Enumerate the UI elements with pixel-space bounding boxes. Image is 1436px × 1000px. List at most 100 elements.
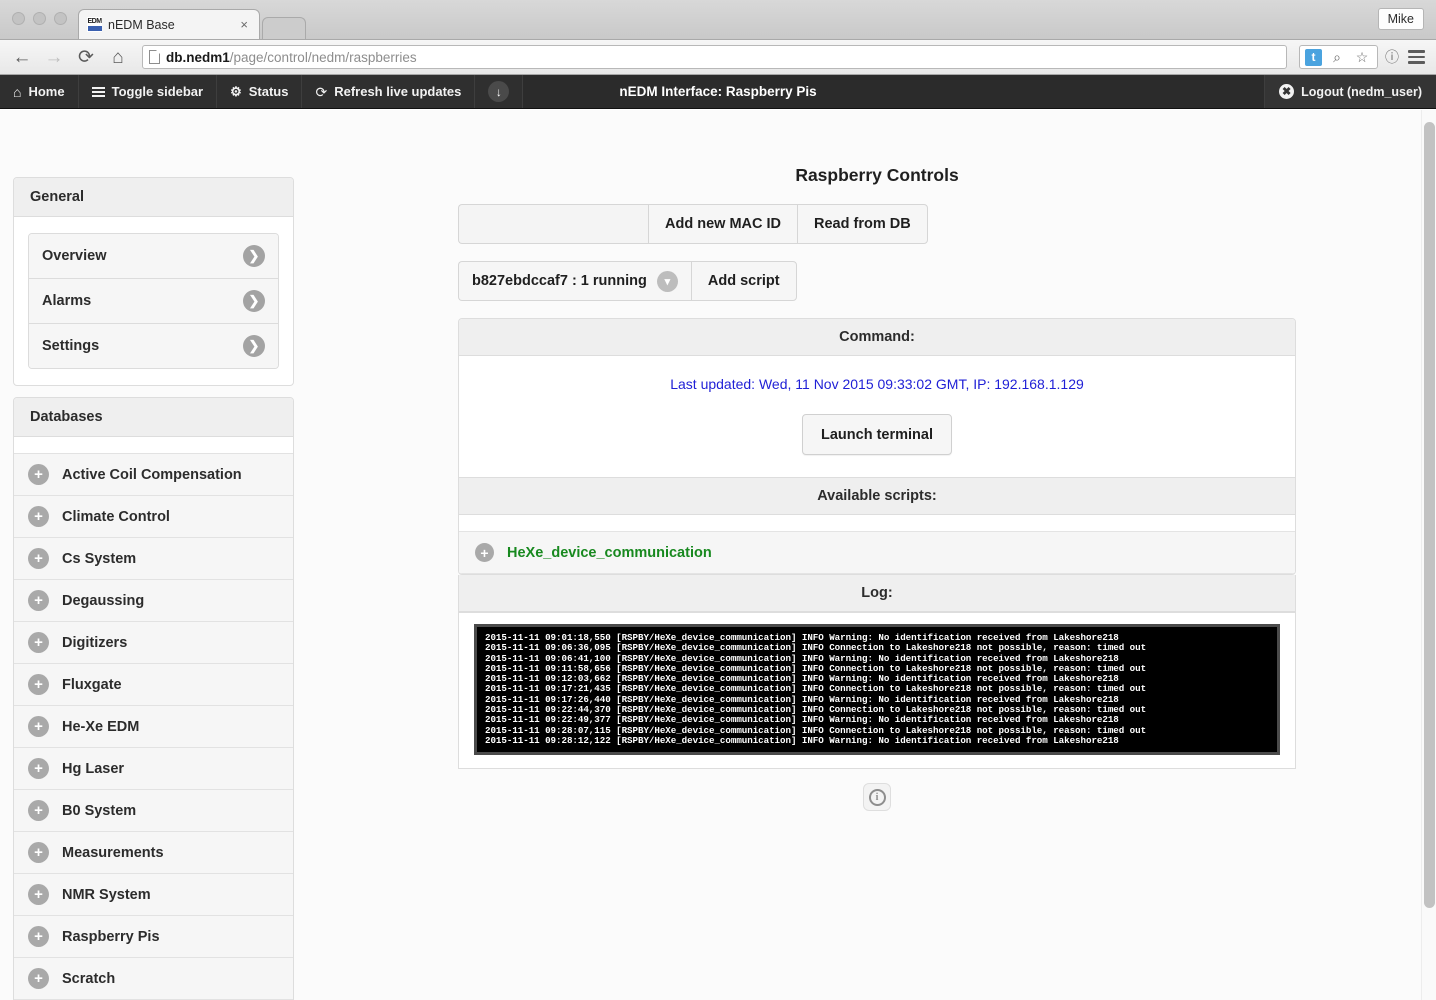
read-from-db-button[interactable]: Read from DB [797, 204, 928, 244]
page-content: General Overview ❯ Alarms ❯ Settings ❯ D… [0, 110, 1436, 1000]
sidebar-item-digitizers[interactable]: + Digitizers [14, 622, 293, 664]
script-item[interactable]: + HeXe_device_communication [459, 532, 1295, 574]
plus-icon: + [28, 674, 49, 695]
minimize-window-button[interactable] [33, 12, 46, 25]
reload-icon[interactable]: ⟳ [74, 45, 98, 69]
sidebar-general-panel: General Overview ❯ Alarms ❯ Settings ❯ [13, 177, 294, 386]
bars-icon [91, 86, 105, 97]
plus-icon: + [28, 800, 49, 821]
logout-button[interactable]: ✖ Logout (nedm_user) [1264, 75, 1436, 108]
sidebar-item-overview[interactable]: Overview ❯ [29, 234, 278, 279]
refresh-icon: ⟳ [315, 83, 328, 100]
close-icon[interactable]: × [237, 17, 251, 32]
forward-icon[interactable]: → [42, 45, 66, 69]
gear-icon: ⚙ [230, 84, 242, 99]
browser-tab[interactable]: EDM. nEDM Base × [78, 9, 260, 39]
sidebar-item-label: Cs System [62, 550, 137, 567]
nav-item-toggle-sidebar[interactable]: Toggle sidebar [78, 75, 218, 108]
add-script-button[interactable]: Add script [690, 261, 797, 301]
window-controls[interactable] [12, 12, 67, 25]
browser-window: EDM. nEDM Base × Mike ← → ⟳ ⌂ db.nedm1/p… [0, 0, 1436, 1000]
sidebar-item-alarms[interactable]: Alarms ❯ [29, 279, 278, 324]
sidebar-item-label: Digitizers [62, 634, 128, 651]
tumblr-icon[interactable]: t [1305, 48, 1322, 66]
sidebar-item-label: Scratch [62, 970, 116, 987]
sidebar-item-label: Degaussing [62, 592, 145, 609]
plus-icon: + [28, 632, 49, 653]
back-icon[interactable]: ← [10, 45, 34, 69]
sidebar-item-nmr-system[interactable]: + NMR System [14, 874, 293, 916]
new-tab-button[interactable] [262, 17, 306, 39]
sidebar-item-label: Hg Laser [62, 760, 125, 777]
sidebar-databases-spacer [14, 437, 293, 454]
nav-item-label: Home [28, 84, 65, 99]
plus-icon: + [28, 464, 49, 485]
mac-id-row: Add new MAC ID Read from DB [458, 204, 1296, 244]
sidebar-item-scratch[interactable]: + Scratch [14, 958, 293, 1000]
close-icon: ✖ [1279, 84, 1295, 99]
nav-item-refresh-live-updates[interactable]: ⟳ Refresh live updates [302, 75, 476, 108]
address-bar[interactable]: db.nedm1/page/control/nedm/raspberries [142, 45, 1287, 69]
chevron-down-icon: ▾ [656, 270, 678, 292]
launch-terminal-button[interactable]: Launch terminal [802, 414, 952, 455]
nav-item-status[interactable]: ⚙ Status [217, 75, 303, 108]
url-text: db.nedm1/page/control/nedm/raspberries [166, 50, 417, 65]
tab-title: nEDM Base [108, 17, 175, 32]
home-icon[interactable]: ⌂ [106, 45, 130, 69]
home-icon: ⌂ [13, 83, 22, 100]
info-row: i [458, 769, 1296, 812]
page-info-icon [149, 50, 160, 64]
device-row: b827ebdccaf7 : 1 running ▾ Add script [458, 261, 1296, 301]
sidebar-item-fluxgate[interactable]: + Fluxgate [14, 664, 293, 706]
log-output[interactable]: 2015-11-11 09:01:18,550 [RSPBY/HeXe_devi… [474, 624, 1280, 756]
command-heading: Command: [459, 319, 1295, 356]
log-panel: Log: [458, 575, 1296, 613]
sidebar: General Overview ❯ Alarms ❯ Settings ❯ D… [13, 177, 294, 1000]
sidebar-item-settings[interactable]: Settings ❯ [29, 324, 278, 368]
download-icon: ↓ [488, 81, 510, 102]
log-heading: Log: [459, 575, 1295, 612]
sidebar-item-b0-system[interactable]: + B0 System [14, 790, 293, 832]
sidebar-item-label: Alarms [42, 293, 92, 309]
sidebar-item-climate-control[interactable]: + Climate Control [14, 496, 293, 538]
sidebar-item-hg-laser[interactable]: + Hg Laser [14, 748, 293, 790]
available-scripts-heading: Available scripts: [459, 477, 1295, 515]
mac-id-input[interactable] [458, 204, 648, 244]
sidebar-databases-list: + Active Coil Compensation + Climate Contro… [14, 454, 293, 1000]
maximize-window-button[interactable] [54, 12, 67, 25]
sidebar-item-he-xe-edm[interactable]: + He-Xe EDM [14, 706, 293, 748]
scrollbar-thumb[interactable] [1424, 122, 1435, 908]
menu-icon[interactable] [1406, 47, 1426, 67]
chevron-right-icon: ❯ [243, 335, 265, 357]
search-icon[interactable]: ⌕ [1327, 47, 1347, 67]
sidebar-item-degaussing[interactable]: + Degaussing [14, 580, 293, 622]
profile-button[interactable]: Mike [1377, 8, 1424, 30]
nav-item-download[interactable]: ↓ [475, 75, 524, 108]
page-scrollbar[interactable] [1421, 110, 1436, 1000]
plus-icon: + [28, 842, 49, 863]
sidebar-item-raspberry-pis[interactable]: + Raspberry Pis [14, 916, 293, 958]
sidebar-item-measurements[interactable]: + Measurements [14, 832, 293, 874]
sidebar-item-label: B0 System [62, 802, 137, 819]
log-container: 2015-11-11 09:01:18,550 [RSPBY/HeXe_devi… [458, 613, 1296, 770]
command-panel: Command: Last updated: Wed, 11 Nov 2015 … [458, 318, 1296, 575]
nav-item-home[interactable]: ⌂ Home [0, 75, 79, 108]
sidebar-item-active-coil-compensation[interactable]: + Active Coil Compensation [14, 454, 293, 496]
info-button[interactable]: i [863, 783, 891, 812]
device-select[interactable]: b827ebdccaf7 : 1 running ▾ [458, 261, 691, 301]
sidebar-item-label: NMR System [62, 886, 151, 903]
sidebar-general-list: Overview ❯ Alarms ❯ Settings ❯ [28, 233, 279, 369]
close-window-button[interactable] [12, 12, 25, 25]
pocket-icon[interactable]: ⓘ [1382, 47, 1402, 67]
sidebar-item-label: Settings [42, 338, 100, 354]
main-title: Raspberry Controls [795, 165, 959, 185]
sidebar-item-label: Measurements [62, 844, 164, 861]
add-new-mac-id-button[interactable]: Add new MAC ID [648, 204, 797, 244]
nav-item-label: Status [248, 84, 289, 99]
plus-icon: + [28, 968, 49, 989]
bookmark-star-icon[interactable]: ☆ [1352, 47, 1372, 67]
sidebar-item-label: Overview [42, 248, 107, 264]
sidebar-item-label: Climate Control [62, 508, 170, 525]
sidebar-item-cs-system[interactable]: + Cs System [14, 538, 293, 580]
sidebar-item-label: Raspberry Pis [62, 928, 160, 945]
